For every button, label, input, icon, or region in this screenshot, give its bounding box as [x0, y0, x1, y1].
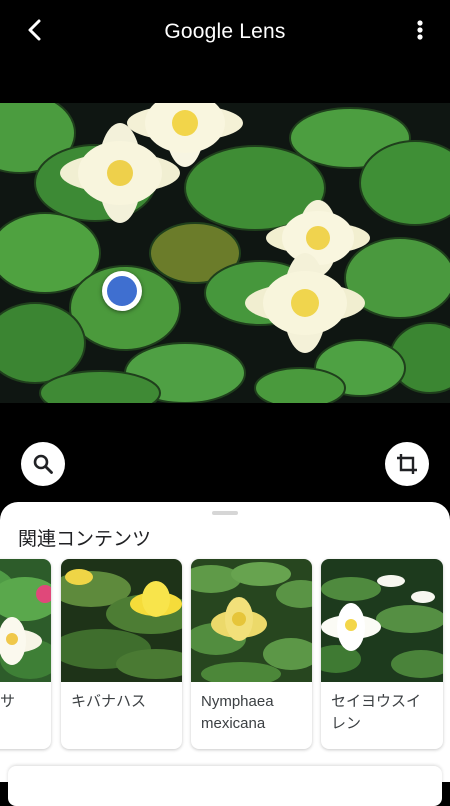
result-thumbnail — [321, 559, 443, 682]
result-label: サ — [0, 693, 16, 710]
result-label: Nymphaea mexicana — [201, 693, 274, 732]
result-card[interactable]: セイヨウスイレン — [321, 559, 443, 749]
result-thumbnail — [0, 559, 51, 682]
result-card[interactable]: Nymphaea mexicana — [191, 559, 312, 749]
result-card[interactable]: キバナハス — [61, 559, 182, 749]
top-bar: Google Lens — [0, 0, 450, 62]
lens-photo[interactable] — [0, 103, 450, 403]
result-thumbnail — [191, 559, 312, 682]
app-title: Google Lens — [164, 20, 286, 43]
search-icon — [33, 454, 53, 474]
crop-icon — [397, 454, 417, 474]
drag-handle[interactable] — [212, 511, 238, 515]
result-card[interactable]: サ — [0, 559, 51, 749]
results-sheet[interactable]: 関連コンテンツ サ キバナハス Nymphaea mexicana セイヨウスイ… — [0, 502, 450, 782]
related-content-title: 関連コンテンツ — [18, 529, 152, 550]
result-label: キバナハス — [71, 693, 147, 710]
water-lily-image — [0, 103, 450, 403]
search-button[interactable] — [21, 442, 65, 486]
result-thumbnail — [61, 559, 182, 682]
selection-point[interactable] — [102, 271, 142, 311]
next-section-card[interactable] — [8, 766, 442, 806]
more-options-icon[interactable] — [410, 16, 430, 44]
crop-button[interactable] — [385, 442, 429, 486]
result-label: セイヨウスイレン — [331, 693, 422, 732]
